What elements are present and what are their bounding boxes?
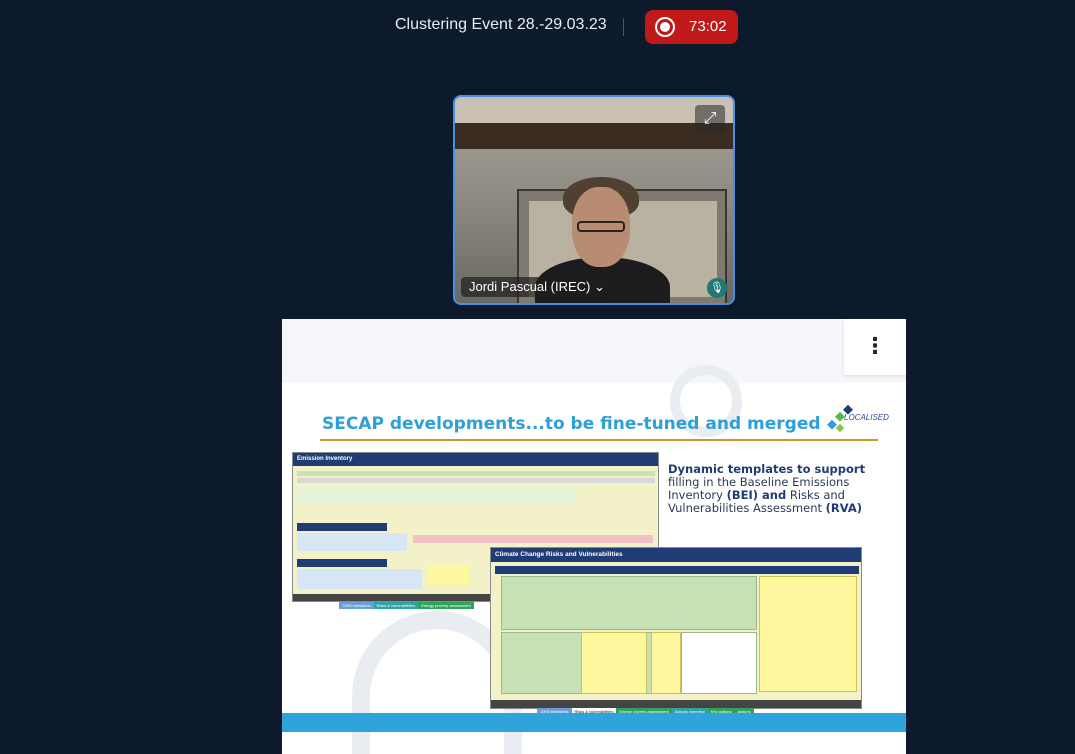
recording-indicator[interactable]: 73:02 [645, 10, 738, 44]
sheet-tab: Dashboard [296, 603, 316, 608]
desc-bei: (BEI) and [726, 488, 787, 502]
desc-rva: (RVA) [825, 501, 863, 515]
title-underline [320, 439, 878, 441]
desc-line-1: Dynamic templates to support [668, 462, 866, 476]
meeting-top-bar: Clustering Event 28.-29.03.23 73:02 [0, 10, 1075, 44]
screen-share-panel: ⋮ SECAP developments...to be fine-tuned … [282, 319, 906, 754]
slide-title: SECAP developments...to be fine-tuned an… [322, 414, 821, 434]
share-header [282, 319, 906, 383]
expand-icon[interactable]: ⤢ [695, 105, 725, 133]
sheet-tab: Energy poverty assessment [418, 602, 474, 609]
divider [623, 18, 624, 36]
slide-footer-bar [282, 713, 906, 732]
sheet1-title: Emission Inventory [293, 453, 658, 466]
sheet-tab: Risks & vulnerabilities [373, 602, 419, 609]
microphone-icon[interactable]: 🎙 [707, 278, 727, 298]
recording-timer: 73:02 [689, 18, 727, 35]
participant-name-tag[interactable]: Jordi Pascual (IREC) ⌄ [461, 277, 613, 297]
presentation-slide: SECAP developments...to be fine-tuned an… [282, 365, 906, 754]
sheet-tab: GHG emissions [339, 602, 374, 609]
chevron-down-icon: ⌄ [594, 279, 605, 294]
participant-name: Jordi Pascual (IREC) [469, 279, 591, 294]
sheet2-tabs: Dashboard Strategy GHG emissions Risks & vu… [491, 700, 861, 715]
meeting-title: Clustering Event 28.-29.03.23 [395, 16, 607, 33]
slide-description: Dynamic templates to support filling in … [668, 463, 878, 515]
sheet-tab: Strategy [321, 603, 337, 608]
record-icon [655, 17, 675, 37]
more-options-button[interactable]: ⋮ [844, 319, 906, 375]
participant-video-tile[interactable]: ⤢ Jordi Pascual (IREC) ⌄ 🎙 [453, 95, 735, 305]
logo-text: LOCALISED [844, 413, 889, 422]
sheet2-title: Climate Change Risks and Vulnerabilities [491, 548, 861, 562]
risks-vulnerabilities-screenshot: Climate Change Risks and Vulnerabilities… [490, 547, 862, 715]
